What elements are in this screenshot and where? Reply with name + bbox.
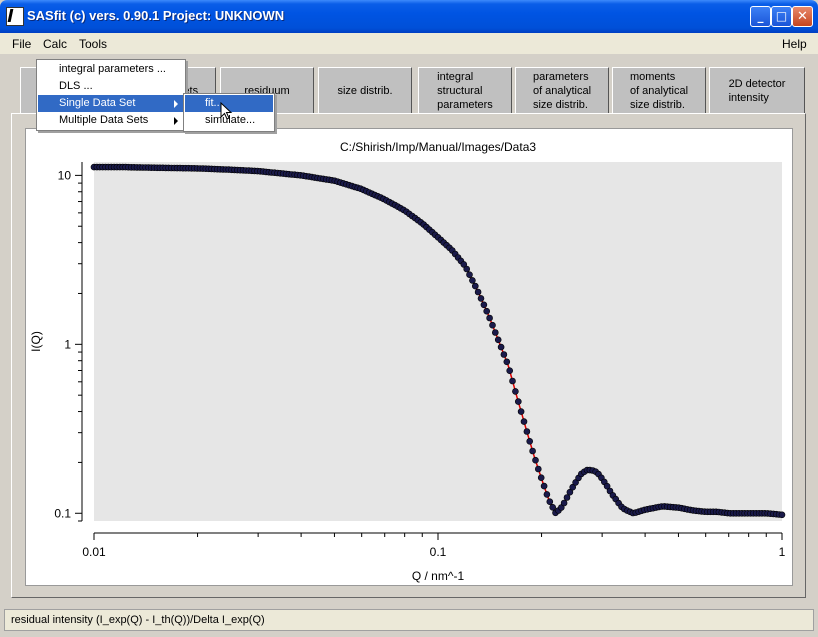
tab-label: 2D detector bbox=[728, 77, 786, 90]
tab-label: size distrib. bbox=[629, 98, 685, 111]
title-bar: SASfit (c) vers. 0.90.1 Project: UNKNOWN… bbox=[0, 0, 818, 33]
y-tick-label: 10 bbox=[58, 168, 72, 182]
calc-dropdown-menu: integral parameters ... DLS ... Single D… bbox=[36, 59, 186, 131]
data-point bbox=[486, 314, 493, 322]
data-point bbox=[534, 465, 542, 473]
data-point bbox=[532, 456, 539, 464]
status-bar: residual intensity (I_exp(Q) - I_th(Q))/… bbox=[4, 609, 814, 631]
tab-integral-structural-parameters[interactable]: integral structural parameters bbox=[418, 67, 512, 113]
tab-2d-detector[interactable]: 2D detector intensity bbox=[709, 67, 805, 113]
close-button[interactable]: ✕ bbox=[792, 6, 813, 27]
data-point bbox=[469, 277, 476, 284]
data-point bbox=[503, 358, 511, 366]
data-point bbox=[480, 301, 488, 309]
menu-bar: File Calc Tools Help bbox=[0, 33, 818, 54]
data-point bbox=[489, 321, 496, 329]
x-axis-label: Q / nm^-1 bbox=[412, 569, 465, 583]
tab-label: structural bbox=[437, 84, 483, 97]
tab-moments-analytical[interactable]: moments of analytical size distrib. bbox=[612, 67, 706, 113]
data-point bbox=[506, 367, 514, 374]
minimize-button[interactable]: _ bbox=[750, 6, 771, 27]
menu-item-dls[interactable]: DLS ... bbox=[38, 78, 184, 95]
x-tick-label: 1 bbox=[779, 545, 786, 559]
data-point bbox=[523, 428, 531, 435]
menu-item-integral-parameters[interactable]: integral parameters ... bbox=[38, 61, 184, 78]
y-tick-label: 0.1 bbox=[54, 506, 71, 520]
data-point bbox=[526, 437, 534, 445]
tab-label: intensity bbox=[728, 91, 769, 104]
tab-label: moments bbox=[629, 70, 676, 83]
data-point bbox=[540, 482, 548, 490]
data-point bbox=[491, 329, 499, 336]
data-point bbox=[509, 377, 516, 385]
data-point bbox=[537, 474, 545, 482]
data-point bbox=[529, 447, 536, 455]
data-point bbox=[463, 265, 471, 273]
tab-label: of analytical bbox=[532, 84, 592, 97]
tab-size-distrib[interactable]: size distrib. bbox=[318, 67, 412, 113]
chart-title: C:/Shirish/Imp/Manual/Images/Data3 bbox=[340, 140, 536, 154]
menu-tools[interactable]: Tools bbox=[79, 37, 107, 51]
tab-label: integral bbox=[437, 70, 474, 83]
data-point bbox=[471, 282, 479, 290]
chart-area[interactable]: C:/Shirish/Imp/Manual/Images/Data3 Q / n… bbox=[25, 128, 793, 586]
data-point bbox=[500, 351, 508, 358]
tab-parameters-analytical[interactable]: parameters of analytical size distrib. bbox=[515, 67, 609, 113]
data-point bbox=[514, 398, 522, 405]
tab-label: parameters bbox=[532, 70, 589, 83]
app-icon bbox=[6, 7, 24, 26]
single-data-set-submenu: fit... simulate... bbox=[183, 93, 275, 132]
menu-item-label: DLS ... bbox=[59, 80, 93, 92]
submenu-arrow-icon bbox=[174, 100, 178, 108]
menu-item-label: integral parameters ... bbox=[59, 63, 166, 75]
data-point bbox=[778, 511, 786, 519]
data-point bbox=[543, 491, 551, 498]
data-point bbox=[494, 336, 502, 344]
plot-background bbox=[94, 162, 782, 521]
data-point bbox=[483, 307, 491, 315]
data-point bbox=[549, 503, 557, 511]
menu-item-single-data-set[interactable]: Single Data Set bbox=[38, 95, 184, 112]
menu-calc[interactable]: Calc bbox=[43, 37, 67, 51]
data-point bbox=[520, 418, 528, 425]
menu-item-multiple-data-sets[interactable]: Multiple Data Sets bbox=[38, 112, 184, 129]
data-point bbox=[466, 271, 473, 278]
data-point bbox=[474, 288, 482, 296]
y-axis-label: I(Q) bbox=[29, 331, 43, 352]
tab-label: of analytical bbox=[629, 84, 689, 97]
intensity-chart: C:/Shirish/Imp/Manual/Images/Data3 Q / n… bbox=[29, 140, 786, 583]
data-point bbox=[512, 388, 519, 395]
x-tick-label: 0.1 bbox=[430, 545, 447, 559]
y-tick-label: 1 bbox=[64, 337, 71, 351]
tab-label: parameters bbox=[437, 98, 493, 111]
data-point bbox=[477, 295, 485, 302]
menu-help[interactable]: Help bbox=[782, 37, 807, 51]
tab-label: size distrib. bbox=[337, 84, 393, 97]
data-point bbox=[497, 343, 505, 351]
menu-item-label: Single Data Set bbox=[59, 97, 136, 109]
tab-label: size distrib. bbox=[532, 98, 588, 111]
menu-file[interactable]: File bbox=[12, 37, 31, 51]
data-point bbox=[560, 499, 568, 507]
data-point bbox=[546, 498, 554, 506]
mouse-cursor-icon bbox=[220, 102, 233, 120]
submenu-arrow-icon bbox=[174, 117, 178, 125]
menu-item-label: Multiple Data Sets bbox=[59, 114, 149, 126]
window-title: SASfit (c) vers. 0.90.1 Project: UNKNOWN bbox=[27, 8, 285, 23]
maximize-button[interactable]: □ bbox=[771, 6, 792, 27]
x-tick-label: 0.01 bbox=[82, 545, 106, 559]
data-point bbox=[517, 408, 525, 415]
